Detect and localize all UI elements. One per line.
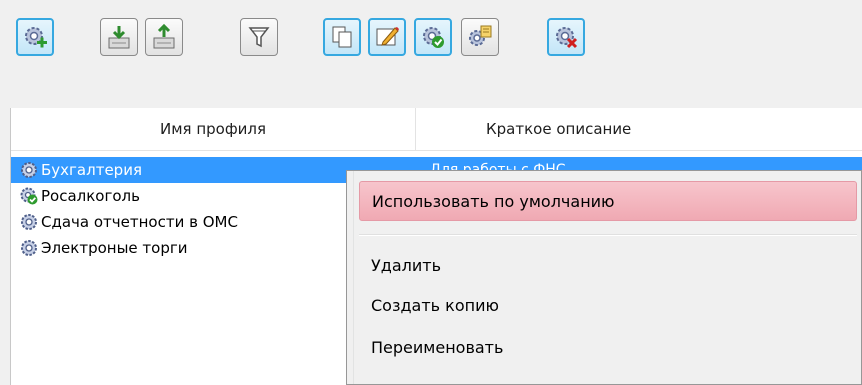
- filter-button[interactable]: [240, 18, 278, 56]
- list-item-name: Росалкоголь: [41, 187, 140, 205]
- gear-icon: [21, 214, 37, 230]
- list-item-name: Сдача отчетности в ОМС: [41, 213, 238, 231]
- menu-separator: [359, 234, 857, 236]
- menu-item-use-default[interactable]: Использовать по умолчанию: [359, 181, 857, 221]
- gear-add-icon: [25, 27, 47, 48]
- toolbar: [0, 0, 862, 100]
- set-default-button[interactable]: [414, 18, 452, 56]
- export-button[interactable]: [145, 18, 183, 56]
- menu-item-delete[interactable]: Удалить: [359, 246, 857, 286]
- list-item-name: Электроные торги: [41, 239, 188, 257]
- import-icon: [108, 26, 130, 49]
- context-menu: Использовать по умолчанию Удалить Создат…: [346, 170, 862, 385]
- copy-icon: [332, 26, 352, 48]
- gear-icon: [21, 240, 37, 256]
- context-menu-gutter: [347, 171, 354, 384]
- copy-button[interactable]: [323, 18, 361, 56]
- properties-button[interactable]: [461, 18, 499, 56]
- delete-profile-button[interactable]: [547, 18, 585, 56]
- column-header-profile-name[interactable]: Имя профиля: [11, 108, 415, 151]
- filter-icon: [248, 27, 270, 48]
- add-profile-button[interactable]: [16, 18, 54, 56]
- import-button[interactable]: [100, 18, 138, 56]
- gear-delete-icon: [556, 27, 578, 49]
- column-header-description[interactable]: Краткое описание: [416, 108, 862, 151]
- gear-check-icon: [423, 27, 444, 48]
- list-item-name: Бухгалтерия: [41, 161, 142, 179]
- gear-properties-icon: [469, 25, 492, 46]
- edit-icon: [376, 27, 399, 46]
- gear-icon: [21, 162, 37, 178]
- gear-check-icon: [20, 187, 38, 205]
- menu-item-create-copy[interactable]: Создать копию: [359, 286, 857, 326]
- edit-button[interactable]: [368, 18, 406, 56]
- export-icon: [153, 23, 175, 49]
- list-header: Имя профиля Краткое описание: [11, 108, 862, 151]
- menu-item-rename[interactable]: Переименовать: [359, 328, 857, 368]
